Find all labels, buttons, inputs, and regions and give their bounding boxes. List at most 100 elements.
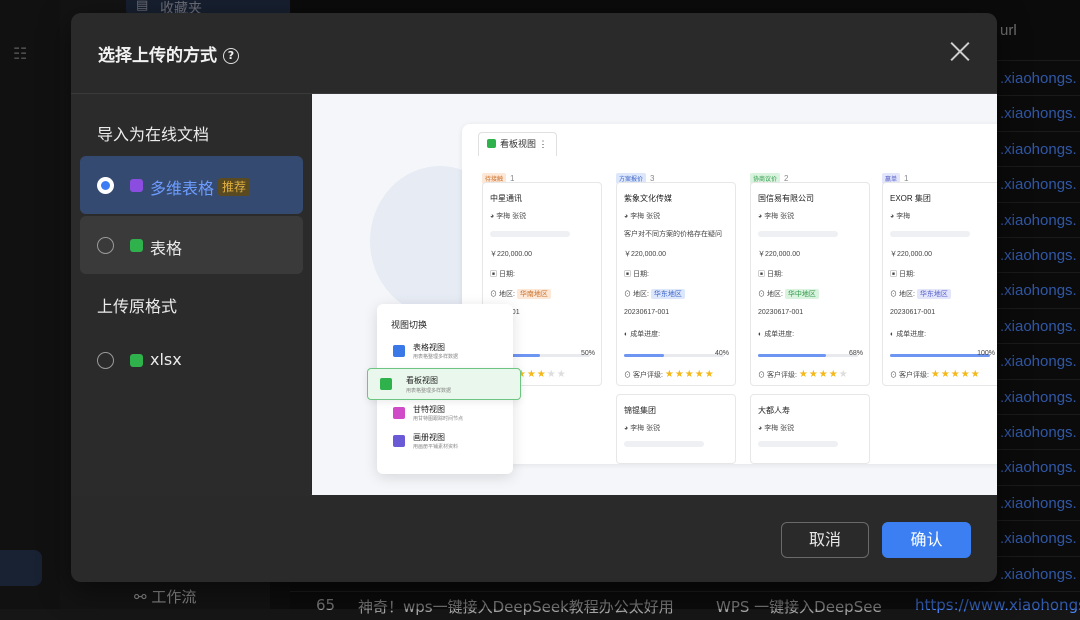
card-note: 客户对不同方案的价格存在疑问	[624, 231, 722, 238]
card-rating: ⊙ 客户评级: ★★★★★	[758, 369, 849, 380]
location-icon: ⊙	[624, 291, 633, 298]
progress-bar	[890, 354, 990, 357]
radio-unchecked-icon[interactable]	[97, 352, 114, 369]
region-tag: 华东地区	[650, 289, 685, 299]
multidimensional-table-icon	[130, 179, 143, 192]
progress-fill	[890, 354, 990, 357]
view-icon	[393, 407, 405, 419]
card-amount: ￥220,000.00	[490, 251, 533, 258]
recommended-badge: 推荐	[218, 178, 251, 196]
view-item-desc: 用画册平铺素材资料	[413, 444, 459, 450]
progress-fill	[624, 354, 664, 357]
dialog-title: 选择上传的方式?	[98, 41, 239, 66]
progress-fill	[758, 354, 826, 357]
view-icon	[393, 435, 405, 447]
card-progress-label: ◐ 成单进度:	[890, 329, 926, 339]
card-rating: ⊙ 客户评级: ★★★★★	[624, 369, 715, 380]
rating-stars: ★★★★★	[798, 369, 849, 380]
radio-unchecked-icon[interactable]	[97, 237, 114, 254]
card-date-label: 日期:	[766, 271, 783, 278]
card-title: 国信易有限公司	[758, 194, 814, 203]
calendar-icon: ▣	[890, 271, 899, 278]
card-rating: ⊙ 客户评级: ★★★★★	[890, 369, 981, 380]
card-region-label: 地区:	[632, 291, 649, 298]
view-item: 甘特视图 用甘特图跟踪时间节点	[391, 400, 511, 428]
card-region: ⊙ 地区: 华中地区	[758, 289, 819, 299]
region-tag: 华中地区	[784, 289, 819, 299]
card-id: 20230617-001	[624, 309, 670, 316]
card-people-text: 李梅	[896, 213, 911, 220]
kanban-column: 协商议价 2 国信易有限公司 ◕ 李梅 张锐 ￥220,000.00 ▣ 日期: ⊙ 地区:…	[750, 168, 870, 464]
progress-bar	[624, 354, 724, 357]
card-people-text: 李梅 张锐	[496, 213, 527, 220]
card-title: 大都人寿	[758, 406, 790, 415]
card-people: ◕ 李梅 张锐	[490, 211, 526, 221]
view-item-desc: 用表格整理多样数据	[406, 388, 452, 394]
placeholder-bar	[624, 441, 704, 447]
card-region: ⊙ 地区: 华东地区	[890, 289, 951, 299]
card-title: 紫象文化传媒	[624, 194, 672, 203]
confirm-button[interactable]: 确认	[882, 522, 971, 558]
card-people-text: 李梅 张锐	[630, 425, 661, 432]
location-icon: ⊙	[490, 291, 499, 298]
preview-image: 看板视图 ⋮ 待接触 1 中星通讯 ◕ 李梅 张锐 ￥220,000.00 ▣ 日期: ⊙ …	[312, 94, 997, 495]
kanban-column: 待接触 1 中星通讯 ◕ 李梅 张锐 ￥220,000.00 ▣ 日期: ⊙ 地区: 华南地…	[482, 168, 602, 386]
cancel-button[interactable]: 取消	[781, 522, 869, 558]
section-online-doc: 导入为在线文档	[97, 125, 210, 144]
placeholder-bar	[490, 231, 570, 237]
xlsx-file-icon	[130, 354, 143, 367]
card-date-label: 日期:	[898, 271, 915, 278]
card-amount: ￥220,000.00	[624, 251, 667, 258]
upload-method-dialog: 选择上传的方式? 导入为在线文档 多维表格 推荐 表格 上传原格式 xlsx 看…	[71, 13, 997, 582]
rating-stars: ★★★★★	[516, 369, 567, 380]
location-icon: ⊙	[758, 291, 767, 298]
card-people-text: 李梅 张锐	[764, 425, 795, 432]
placeholder-bar	[758, 231, 838, 237]
rating-stars: ★★★★★	[664, 369, 715, 380]
card-date-label: 日期:	[498, 271, 515, 278]
placeholder-bar	[890, 231, 970, 237]
board-view-tab: 看板视图 ⋮	[478, 132, 557, 156]
placeholder-bar	[758, 441, 838, 447]
card-id: 20230617-001	[890, 309, 936, 316]
card-region: ⊙ 地区: 华东地区	[624, 289, 685, 299]
card-people: ◕ 李梅	[890, 211, 910, 221]
view-icon	[393, 345, 405, 357]
card-amount: ￥220,000.00	[890, 251, 933, 258]
help-icon[interactable]: ?	[223, 48, 239, 64]
card-rating-label: 客户评级:	[632, 372, 663, 379]
card-people: ◕ 李梅 张锐	[758, 211, 794, 221]
view-item-name: 表格视图	[413, 343, 445, 352]
board-tab-label: 看板视图	[500, 139, 537, 149]
card-title: 中星通讯	[490, 194, 522, 203]
view-item: 画册视图用画册平铺素材资料	[391, 428, 511, 456]
section-raw-format: 上传原格式	[97, 297, 178, 316]
calendar-icon: ▣	[490, 271, 499, 278]
option-xlsx[interactable]: xlsx	[80, 331, 303, 389]
kanban-card: 大都人寿 ◕ 李梅 张锐	[750, 394, 870, 464]
rating-stars: ★★★★★	[930, 369, 981, 380]
card-date: ▣ 日期:	[758, 269, 783, 279]
close-icon[interactable]	[948, 39, 972, 63]
radio-checked-icon[interactable]	[97, 177, 114, 194]
option-multidimensional-table[interactable]: 多维表格 推荐	[80, 156, 303, 214]
dialog-title-text: 选择上传的方式	[98, 46, 217, 66]
card-date: ▣ 日期:	[490, 269, 515, 279]
card-date: ▣ 日期:	[624, 269, 649, 279]
kanban-view-icon	[380, 378, 392, 390]
card-amount: ￥220,000.00	[758, 251, 801, 258]
progress-value: 50%	[580, 350, 595, 357]
kanban-board: 看板视图 ⋮ 待接触 1 中星通讯 ◕ 李梅 张锐 ￥220,000.00 ▣ 日期: ⊙ …	[462, 124, 997, 464]
progress-value: 100%	[977, 350, 995, 357]
view-item-selected: 看板视图 用表格整理多样数据	[367, 368, 521, 400]
view-item: 表格视图 用表格整理多样数据	[391, 338, 511, 366]
calendar-icon: ▣	[758, 271, 767, 278]
view-item-name: 画册视图	[413, 433, 445, 442]
calendar-icon: ▣	[624, 271, 633, 278]
card-people-text: 李梅 张锐	[764, 213, 795, 220]
option-label: 表格	[150, 239, 183, 258]
card-progress-label-text: 成单进度:	[764, 331, 795, 338]
view-panel-title: 视图切换	[391, 320, 428, 330]
option-table[interactable]: 表格	[80, 216, 303, 274]
card-people: ◕ 李梅 张锐	[624, 211, 660, 221]
